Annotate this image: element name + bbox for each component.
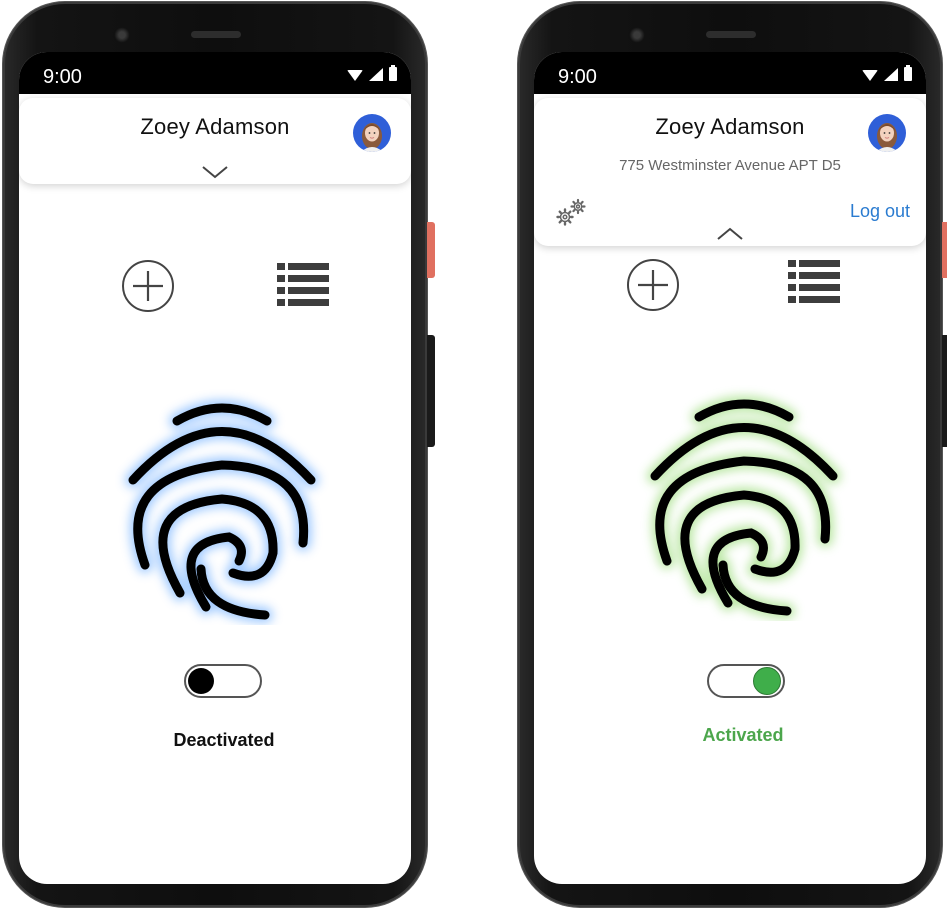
wifi-icon	[347, 70, 363, 81]
status-time: 9:00	[43, 66, 82, 88]
user-name: Zoey Adamson	[655, 114, 805, 139]
status-time: 9:00	[558, 66, 597, 88]
status-label: Activated	[702, 725, 784, 745]
cellular-signal-icon	[884, 68, 898, 81]
chevron-down-icon[interactable]	[200, 164, 230, 180]
status-label: Deactivated	[173, 730, 275, 750]
wifi-icon	[862, 70, 878, 81]
add-button[interactable]	[121, 259, 175, 313]
user-header-collapsed[interactable]: Zoey Adamson	[19, 98, 411, 184]
add-button[interactable]	[626, 258, 680, 312]
earpiece-speaker	[706, 31, 756, 38]
logout-link[interactable]: Log out	[850, 201, 910, 222]
user-address: 775 Westminster Avenue APT D5	[619, 157, 841, 174]
activation-toggle[interactable]	[707, 664, 785, 698]
status-bar: 9:00	[534, 52, 926, 94]
screen: 9:00 Zoey Adamson Deactivated	[19, 52, 411, 884]
power-button	[427, 222, 435, 278]
phone-activated: 9:00 Zoey Adamson 775 Westminster Avenue…	[518, 2, 947, 907]
toggle-knob	[753, 667, 781, 695]
avatar[interactable]	[353, 114, 391, 152]
list-button[interactable]	[788, 259, 840, 307]
status-bar: 9:00	[19, 52, 411, 94]
front-camera	[628, 26, 646, 44]
front-camera	[113, 26, 131, 44]
screen: 9:00 Zoey Adamson 775 Westminster Avenue…	[534, 52, 926, 884]
toggle-knob	[188, 668, 214, 694]
user-name: Zoey Adamson	[140, 114, 290, 139]
earpiece-speaker	[191, 31, 241, 38]
activation-toggle[interactable]	[184, 664, 262, 698]
fingerprint-icon[interactable]	[115, 385, 329, 625]
user-header-expanded[interactable]: Zoey Adamson 775 Westminster Avenue APT …	[534, 98, 926, 246]
chevron-up-icon[interactable]	[715, 226, 745, 242]
cellular-signal-icon	[369, 68, 383, 81]
battery-icon	[389, 65, 397, 81]
avatar[interactable]	[868, 114, 906, 152]
phone-deactivated: 9:00 Zoey Adamson Deactivated	[3, 2, 435, 907]
list-button[interactable]	[277, 262, 329, 310]
fingerprint-icon[interactable]	[637, 381, 851, 621]
power-button	[942, 222, 947, 278]
volume-button	[427, 335, 435, 447]
gears-icon[interactable]	[554, 198, 588, 228]
volume-button	[942, 335, 947, 447]
battery-icon	[904, 65, 912, 81]
